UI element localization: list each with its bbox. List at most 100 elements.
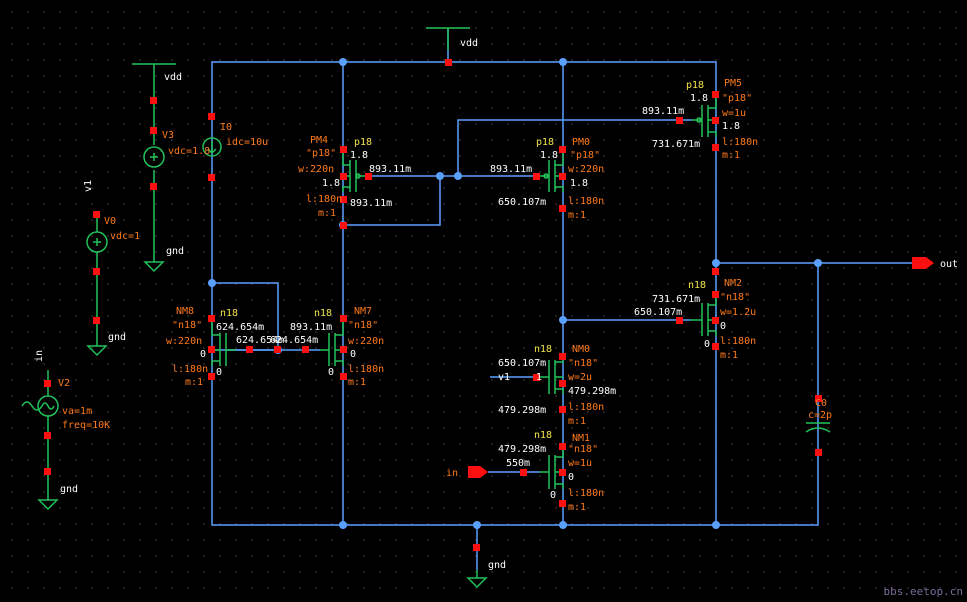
net-label-gnd: gnd bbox=[488, 560, 506, 571]
v3-name: V3 bbox=[162, 130, 174, 141]
pm5-name: PM5 bbox=[724, 78, 742, 89]
nm7-l: l:180n bbox=[348, 364, 384, 375]
nm8-name: NM8 bbox=[176, 306, 194, 317]
nm1-model: n18 bbox=[534, 430, 552, 441]
pm5-w: w=1u bbox=[722, 108, 746, 119]
nm0-m: m:1 bbox=[568, 416, 586, 427]
v2-param-freq: freq=10K bbox=[62, 420, 110, 431]
nm7-m: m:1 bbox=[348, 377, 366, 388]
nm1-d: 479.298m bbox=[498, 444, 546, 455]
pm0-l: l:180n bbox=[568, 196, 604, 207]
i0-param: idc=10u bbox=[226, 137, 268, 148]
gnd-symbol-v0 bbox=[86, 271, 108, 357]
nm2-name: NM2 bbox=[724, 278, 742, 289]
nm7-w: w:220n bbox=[348, 336, 384, 347]
pm5-model: p18 bbox=[686, 80, 704, 91]
pm5-s: 1.8 bbox=[722, 121, 740, 132]
pm0-w: w:220n bbox=[568, 164, 604, 175]
nm7-model: n18 bbox=[314, 308, 332, 319]
pm5-m: m:1 bbox=[722, 150, 740, 161]
nm2-g: 650.107m bbox=[634, 307, 682, 318]
nm1-b: 0 bbox=[550, 490, 556, 501]
c0-param: c=2p bbox=[808, 410, 832, 421]
net-label-gnd: gnd bbox=[60, 484, 78, 495]
nm7-g: 893.11m bbox=[290, 322, 332, 333]
pm4-d: 1.8 bbox=[350, 150, 368, 161]
in-pin[interactable] bbox=[468, 466, 488, 478]
v0-param: vdc=1 bbox=[110, 231, 140, 242]
nm0-l: l:180n bbox=[568, 402, 604, 413]
v2-param-va: va=1m bbox=[62, 406, 92, 417]
pm5-cell: "p18" bbox=[722, 93, 752, 104]
pm4-name: PM4 bbox=[310, 135, 328, 146]
net-label-out: out bbox=[940, 259, 958, 270]
nm7-cell: "n18" bbox=[348, 320, 378, 331]
nm1-name: NM1 bbox=[572, 433, 590, 444]
net-label-vdd: vdd bbox=[164, 72, 182, 83]
nm1-g: 550m bbox=[506, 458, 530, 469]
pm4-m: m:1 bbox=[318, 208, 336, 219]
nm1-s: 0 bbox=[568, 472, 574, 483]
nm2-d: 731.671m bbox=[652, 294, 700, 305]
v3-source[interactable] bbox=[143, 97, 165, 190]
nm0-d: 650.107m bbox=[498, 358, 546, 369]
pm0-x: 650.107m bbox=[498, 197, 546, 208]
nm0-model: n18 bbox=[534, 344, 552, 355]
c0-name: C0 bbox=[815, 398, 827, 409]
pm0-g: 893.11m bbox=[490, 164, 532, 175]
nm1-m: m:1 bbox=[568, 502, 586, 513]
nm7-b: 0 bbox=[350, 349, 356, 360]
out-pin[interactable] bbox=[912, 257, 934, 269]
gnd-symbol-v2 bbox=[37, 472, 59, 511]
labels: vdd vdd gnd gnd gnd gnd out v1 in v1 in … bbox=[34, 38, 958, 571]
v2-source[interactable] bbox=[21, 370, 59, 475]
net-label-in: in bbox=[446, 468, 458, 479]
nm2-b: 0 bbox=[720, 321, 726, 332]
v3-param: vdc=1.8 bbox=[168, 146, 210, 157]
nm8-model: n18 bbox=[220, 308, 238, 319]
nm1-cell: "n18" bbox=[568, 444, 598, 455]
nm7-g2: 624.654m bbox=[270, 335, 318, 346]
pm0-m: m:1 bbox=[568, 210, 586, 221]
pm4-cell: "p18" bbox=[306, 148, 336, 159]
pm0-model: p18 bbox=[536, 137, 554, 148]
net-label-gnd: gnd bbox=[108, 332, 126, 343]
net-label-in: in bbox=[34, 350, 45, 362]
v2-name: V2 bbox=[58, 378, 70, 389]
nm2-w: w=1.2u bbox=[720, 307, 756, 318]
nm8-w: w:220n bbox=[166, 336, 202, 347]
pm4-x: 893.11m bbox=[350, 198, 392, 209]
nm0-cell: "n18" bbox=[568, 358, 598, 369]
nm0-s: 479.298m bbox=[568, 386, 616, 397]
gnd-symbol-bottom bbox=[466, 570, 488, 589]
pm5-l: l:180n bbox=[722, 137, 758, 148]
nm8-l: l:180n bbox=[172, 364, 208, 375]
pm4-w: w:220n bbox=[298, 164, 334, 175]
nm1-l: l:180n bbox=[568, 488, 604, 499]
net-label-v1: v1 bbox=[498, 372, 510, 383]
nm2-cell: "n18" bbox=[720, 292, 750, 303]
pm5-d: 1.8 bbox=[690, 93, 708, 104]
pm4-model: p18 bbox=[354, 137, 372, 148]
nm7-name: NM7 bbox=[354, 306, 372, 317]
nm1-w: w=1u bbox=[568, 458, 592, 469]
schematic: vdd vdd gnd gnd gnd gnd out v1 in v1 in … bbox=[21, 27, 958, 589]
watermark: bbs.eetop.cn bbox=[883, 585, 963, 598]
nm2-s: 0 bbox=[704, 339, 710, 350]
net-label-v1: v1 bbox=[83, 180, 94, 192]
nm7-s: 0 bbox=[328, 367, 334, 378]
net-label-gnd: gnd bbox=[166, 246, 184, 257]
nm0-x: 479.298m bbox=[498, 405, 546, 416]
pm0-s: 1.8 bbox=[570, 178, 588, 189]
i0-name: I0 bbox=[220, 122, 232, 133]
pm0-d: 1.8 bbox=[540, 150, 558, 161]
nm2-l: l:180n bbox=[720, 336, 756, 347]
nm2-model: n18 bbox=[688, 280, 706, 291]
pm0-cell: "p18" bbox=[570, 150, 600, 161]
v0-name: V0 bbox=[104, 216, 116, 227]
nm8-g: 624.654m bbox=[216, 322, 264, 333]
nm2-m: m:1 bbox=[720, 350, 738, 361]
pm4-g: 893.11m bbox=[369, 164, 411, 175]
nm8-cell: "n18" bbox=[172, 320, 202, 331]
gnd-symbol-v3 bbox=[143, 188, 165, 273]
